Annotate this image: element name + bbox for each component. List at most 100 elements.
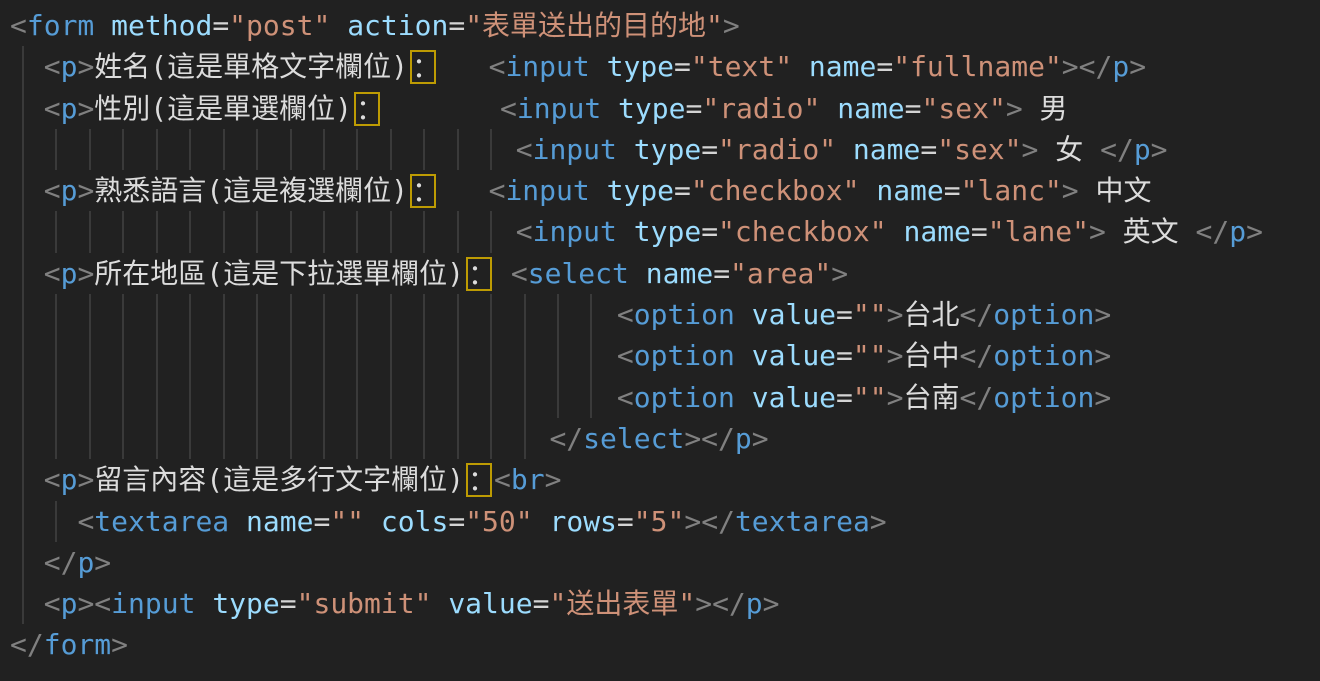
syntax-token-text — [494, 257, 511, 290]
syntax-token-attribute: type — [212, 587, 279, 620]
syntax-token-attribute: name — [853, 133, 920, 166]
syntax-token-text: 姓名(這是單格文字欄位) — [94, 50, 408, 83]
syntax-token-tag: option — [993, 298, 1094, 331]
syntax-token-string: "" — [853, 381, 887, 414]
syntax-token-punctuation: < — [44, 257, 61, 290]
code-line: <option value="">台北</option> — [10, 294, 1320, 335]
syntax-token-tag: br — [511, 463, 545, 496]
syntax-token-punctuation: </ — [1196, 215, 1230, 248]
syntax-token-tag: option — [993, 339, 1094, 372]
syntax-token-tag: p — [77, 546, 94, 579]
syntax-token-tag: input — [111, 587, 195, 620]
syntax-token-tag: select — [583, 422, 684, 455]
syntax-token-text — [94, 9, 111, 42]
syntax-token-text — [533, 505, 550, 538]
code-line: <p>所在地區(這是下拉選單欄位)： <select name="area"> — [10, 253, 1320, 294]
code-line: <p>留言內容(這是多行文字欄位)：<br> — [10, 459, 1320, 500]
syntax-token-equals: = — [971, 215, 988, 248]
syntax-token-tag: input — [533, 133, 617, 166]
syntax-token-punctuation: > — [1062, 174, 1079, 207]
syntax-token-attribute: value — [448, 587, 532, 620]
syntax-token-attribute: value — [752, 339, 836, 372]
syntax-token-attribute: name — [903, 215, 970, 248]
syntax-token-text: 熟悉語言(這是複選欄位) — [94, 174, 408, 207]
syntax-token-tag: p — [61, 463, 78, 496]
syntax-token-tag: p — [1229, 215, 1246, 248]
syntax-token-punctuation: > — [887, 381, 904, 414]
syntax-token-string: "sex" — [922, 92, 1006, 125]
indent-whitespace — [10, 92, 44, 125]
syntax-token-tag: form — [44, 628, 111, 661]
unicode-highlight-colon: ： — [410, 174, 436, 208]
indent-whitespace — [10, 133, 516, 166]
syntax-token-tag: input — [505, 50, 589, 83]
syntax-token-punctuation: < — [44, 174, 61, 207]
syntax-token-equals: = — [713, 257, 730, 290]
syntax-token-tag: textarea — [94, 505, 229, 538]
unicode-highlight-colon: ： — [354, 92, 380, 126]
indent-whitespace — [10, 257, 44, 290]
syntax-token-string: "lane" — [988, 215, 1089, 248]
syntax-token-punctuation: < — [44, 463, 61, 496]
syntax-token-text: 台北 — [903, 298, 959, 331]
unicode-highlight-colon: ： — [466, 257, 492, 291]
syntax-token-punctuation: > — [870, 505, 887, 538]
syntax-token-text — [590, 50, 607, 83]
syntax-token-text — [820, 92, 837, 125]
code-line: </select></p> — [10, 418, 1320, 459]
code-editor[interactable]: <form method="post" action="表單送出的目的地"> <… — [0, 0, 1320, 681]
syntax-token-attribute: type — [634, 133, 701, 166]
syntax-token-text: 英文 — [1106, 215, 1196, 248]
syntax-token-attribute: name — [246, 505, 313, 538]
syntax-token-text — [229, 505, 246, 538]
syntax-token-attribute: method — [111, 9, 212, 42]
syntax-token-string: "post" — [229, 9, 330, 42]
syntax-token-text — [438, 50, 489, 83]
code-line: <p><input type="submit" value="送出表單"></p… — [10, 583, 1320, 624]
syntax-token-string: "" — [330, 505, 364, 538]
syntax-token-punctuation: > — [831, 257, 848, 290]
syntax-token-punctuation: > — [723, 9, 740, 42]
syntax-token-text — [859, 174, 876, 207]
syntax-token-text: 所在地區(這是下拉選單欄位) — [94, 257, 464, 290]
syntax-token-string: "sex" — [937, 133, 1021, 166]
code-line: </p> — [10, 542, 1320, 583]
syntax-token-punctuation: > — [887, 298, 904, 331]
syntax-token-equals: = — [280, 587, 297, 620]
syntax-token-attribute: name — [646, 257, 713, 290]
code-line: <option value="">台中</option> — [10, 335, 1320, 376]
syntax-token-punctuation: > — [1006, 92, 1023, 125]
syntax-token-tag: select — [528, 257, 629, 290]
syntax-token-punctuation: > — [763, 587, 780, 620]
syntax-token-text — [629, 257, 646, 290]
syntax-token-punctuation: > — [1129, 50, 1146, 83]
syntax-token-equals: = — [448, 505, 465, 538]
syntax-token-tag: input — [517, 92, 601, 125]
syntax-token-string: "50" — [465, 505, 532, 538]
indent-whitespace — [10, 587, 44, 620]
syntax-token-tag: input — [533, 215, 617, 248]
syntax-token-punctuation: </ — [960, 381, 994, 414]
indent-whitespace — [10, 546, 44, 579]
syntax-token-text — [382, 92, 500, 125]
syntax-token-text — [735, 381, 752, 414]
syntax-token-tag: p — [1134, 133, 1151, 166]
syntax-token-tag: p — [61, 92, 78, 125]
syntax-token-string: "送出表單" — [549, 587, 695, 620]
syntax-token-punctuation: < — [489, 50, 506, 83]
syntax-token-attribute: name — [876, 174, 943, 207]
syntax-token-string: "5" — [634, 505, 685, 538]
syntax-token-punctuation: > — [94, 546, 111, 579]
syntax-token-punctuation: </ — [701, 422, 735, 455]
syntax-token-punctuation: < — [489, 174, 506, 207]
syntax-token-text: 女 — [1038, 133, 1100, 166]
syntax-token-attribute: value — [752, 298, 836, 331]
syntax-token-tag: p — [61, 587, 78, 620]
syntax-token-text — [438, 174, 489, 207]
syntax-token-attribute: type — [634, 215, 701, 248]
syntax-token-equals: = — [212, 9, 229, 42]
syntax-token-punctuation: > — [1094, 381, 1111, 414]
syntax-token-punctuation: < — [44, 92, 61, 125]
indent-whitespace — [10, 298, 617, 331]
syntax-token-attribute: rows — [549, 505, 616, 538]
